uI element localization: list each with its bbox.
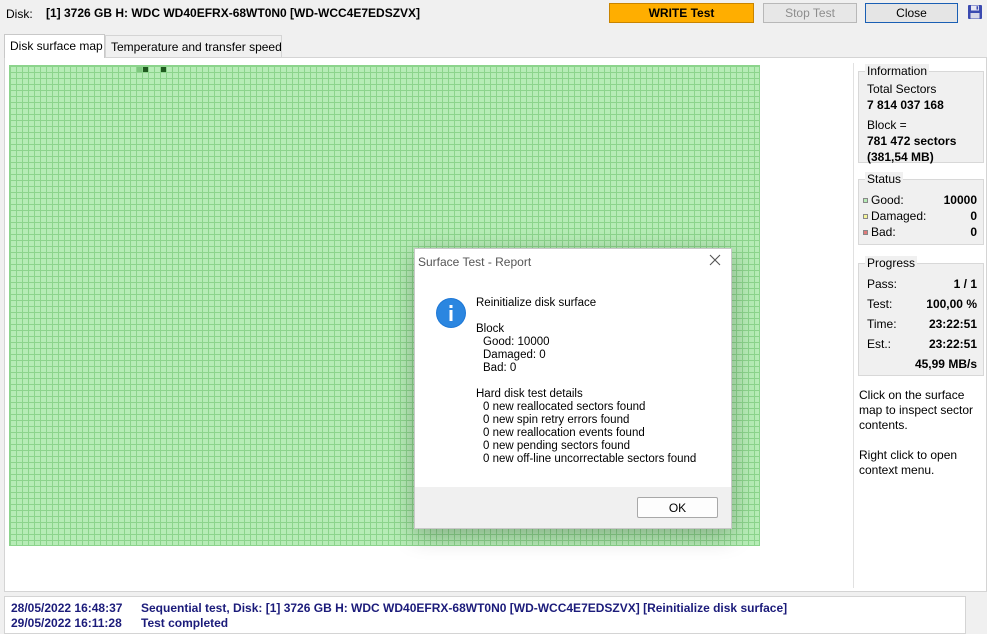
log-entry-message: Test completed xyxy=(141,616,229,630)
status-damaged-label: Damaged: xyxy=(871,209,927,223)
log-entry-date: 29/05/2022 16:11:28 xyxy=(11,616,122,630)
status-title: Status xyxy=(865,172,904,186)
progress-est-row: Est.: 23:22:51 xyxy=(867,337,977,351)
log-entry-date: 28/05/2022 16:48:37 xyxy=(11,601,123,615)
information-panel: Information Total Sectors 7 814 037 168 … xyxy=(858,64,984,164)
floppy-disk-icon[interactable] xyxy=(967,4,983,20)
total-sectors-label: Total Sectors xyxy=(867,82,937,96)
toolbar: Disk: [1] 3726 GB H: WDC WD40EFRX-68WT0N… xyxy=(0,0,987,28)
dialog-block-bad: Bad: 0 xyxy=(483,362,517,374)
information-title: Information xyxy=(865,64,930,78)
dialog-detail-item: 0 new pending sectors found xyxy=(483,440,631,452)
close-button[interactable]: Close xyxy=(865,3,958,23)
total-sectors-value: 7 814 037 168 xyxy=(867,98,944,112)
block-label: Block = xyxy=(867,118,907,132)
context-menu-hint: Right click to open context menu. xyxy=(859,448,958,477)
log-entry-message: Sequential test, Disk: [1] 3726 GB H: WD… xyxy=(141,601,788,615)
ok-button[interactable]: OK xyxy=(637,497,718,518)
bad-swatch xyxy=(863,230,868,236)
progress-title: Progress xyxy=(865,256,918,270)
close-icon[interactable] xyxy=(707,252,723,268)
tab-temperature-transfer-speed[interactable]: Temperature and transfer speed xyxy=(105,35,282,58)
progress-panel: Progress Pass: 1 / 1 Test: 100,00 % Time… xyxy=(858,256,984,376)
block-sectors-value: 781 472 sectors xyxy=(867,134,957,148)
progress-time-row: Time: 23:22:51 xyxy=(867,317,977,331)
block-marker-active xyxy=(137,67,166,72)
time-label: Time: xyxy=(867,317,897,331)
block-size-value: (381,54 MB) xyxy=(867,150,934,164)
pass-label: Pass: xyxy=(867,277,898,291)
speed-value: 45,99 MB/s xyxy=(914,357,977,371)
dialog-block-title: Block xyxy=(476,323,505,335)
status-bad-value: 0 xyxy=(970,225,977,239)
log-entry: 29/05/2022 16:11:28 Test completed xyxy=(11,616,228,630)
dialog-details-title: Hard disk test details xyxy=(476,388,583,400)
tab-disk-surface-map[interactable]: Disk surface map xyxy=(4,34,105,58)
stop-test-button[interactable]: Stop Test xyxy=(763,3,857,23)
dialog-detail-item: 0 new spin retry errors found xyxy=(483,414,630,426)
status-bad-label: Bad: xyxy=(871,225,896,239)
dialog-block-damaged: Damaged: 0 xyxy=(483,349,546,361)
inspect-hint: Click on the surface map to inspect sect… xyxy=(859,388,974,432)
log-entry: 28/05/2022 16:48:37 Sequential test, Disk… xyxy=(11,601,787,615)
test-value: 100,00 % xyxy=(926,297,977,311)
good-swatch xyxy=(863,198,868,204)
dialog-detail-item: 0 new off-line uncorrectable sectors fou… xyxy=(483,453,697,465)
status-good-row: Good: 10000 xyxy=(863,193,977,207)
map-divider xyxy=(853,63,854,588)
time-value: 23:22:51 xyxy=(928,317,977,331)
status-good-label: Good: xyxy=(871,193,904,207)
status-damaged-row: Damaged: 0 xyxy=(863,209,977,223)
dialog-footer: OK xyxy=(415,487,731,528)
event-log[interactable]: 28/05/2022 16:48:37 Sequential test, Disk… xyxy=(4,596,966,634)
disk-selector[interactable]: [1] 3726 GB H: WDC WD40EFRX-68WT0N0 [WD-… xyxy=(46,6,420,20)
dialog-title: Surface Test - Report xyxy=(418,255,532,269)
est-label: Est.: xyxy=(867,337,892,351)
damaged-swatch xyxy=(863,214,868,220)
surface-test-report-dialog: Surface Test - Report Reinitialize disk … xyxy=(414,248,732,529)
test-label: Test: xyxy=(867,297,893,311)
status-bad-row: Bad: 0 xyxy=(863,225,977,239)
info-icon xyxy=(436,298,466,328)
dialog-detail-item: 0 new reallocation events found xyxy=(483,427,645,439)
pass-value: 1 / 1 xyxy=(953,277,977,291)
dialog-detail-item: 0 new reallocated sectors found xyxy=(483,401,646,413)
log-scrollbar[interactable] xyxy=(968,596,987,634)
dialog-heading: Reinitialize disk surface xyxy=(476,297,597,309)
disk-label: Disk: xyxy=(6,7,33,21)
status-good-value: 10000 xyxy=(943,193,977,207)
status-damaged-value: 0 xyxy=(970,209,977,223)
write-test-button[interactable]: WRITE Test xyxy=(609,3,754,23)
dialog-block-good: Good: 10000 xyxy=(483,336,550,348)
est-value: 23:22:51 xyxy=(928,337,977,351)
progress-test-row: Test: 100,00 % xyxy=(867,297,977,311)
progress-pass-row: Pass: 1 / 1 xyxy=(867,277,977,291)
status-panel: Status Good: 10000 Damaged: 0 Bad: 0 xyxy=(858,172,984,245)
